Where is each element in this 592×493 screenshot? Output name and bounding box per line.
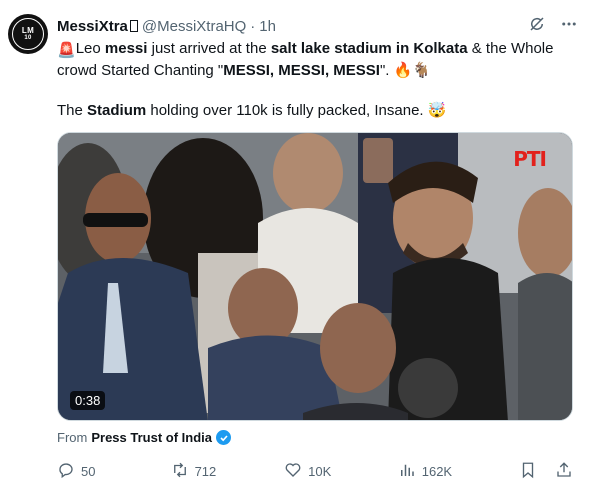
name-emoji-glyph [129, 20, 138, 32]
share-icon [555, 461, 573, 482]
tweet-line-2: The Stadium holding over 110k is fully p… [57, 101, 577, 121]
repost-icon [171, 461, 189, 482]
views-count: 162K [421, 463, 453, 479]
text-part: ". 🔥🐐 [379, 62, 431, 79]
text-part: holding over 110k is fully packed, Insan… [146, 102, 447, 119]
text-part: The [57, 102, 88, 119]
avatar[interactable]: LM 10 [8, 14, 48, 54]
video-duration: 0:38 [70, 391, 106, 410]
heart-icon [284, 461, 302, 482]
author-name[interactable]: MessiXtra [57, 18, 128, 35]
bookmark-button[interactable] [519, 461, 537, 482]
action-bar: 50 712 10K 162K [57, 459, 573, 483]
reply-button[interactable]: 50 [57, 461, 171, 482]
like-button[interactable]: 10K [284, 461, 398, 482]
repost-count: 712 [194, 463, 217, 479]
video-frame [58, 133, 572, 420]
watermark-logo: PTI [513, 147, 547, 171]
avatar-logo: LM 10 [12, 18, 44, 50]
tweet-text: 🚨Leo messi just arrived at the salt lake… [57, 39, 577, 121]
tweet-header: MessiXtra @MessiXtraHQ · 1h [57, 15, 578, 37]
text-bold-chant: MESSI, MESSI, MESSI [223, 62, 380, 79]
reply-icon [57, 461, 75, 482]
separator-dot: · [250, 17, 256, 35]
repost-button[interactable]: 712 [171, 461, 285, 482]
share-button[interactable] [555, 461, 573, 482]
more-icon[interactable] [560, 15, 578, 37]
grok-icon[interactable] [528, 15, 546, 37]
video-player[interactable]: PTI 0:38 [57, 132, 573, 421]
avatar-logo-text: LM [21, 26, 35, 35]
text-part: just arrived at the [147, 40, 271, 57]
like-count: 10K [308, 463, 332, 479]
verified-icon [216, 430, 231, 445]
bookmark-icon [519, 461, 537, 482]
text-bold-stadium-word: Stadium [87, 102, 147, 119]
media-source: From Press Trust of India [57, 430, 231, 445]
views-icon [398, 461, 416, 482]
text-bold-stadium: salt lake stadium in Kolkata [270, 40, 468, 57]
siren-emoji: 🚨 [57, 42, 76, 59]
source-prefix: From [57, 430, 88, 445]
text-bold-messi: messi [104, 40, 148, 57]
reply-count: 50 [81, 463, 96, 479]
author-handle[interactable]: @MessiXtraHQ [142, 18, 246, 35]
text-part: Leo [75, 40, 105, 57]
tweet-time[interactable]: 1h [259, 18, 276, 35]
source-name[interactable]: Press Trust of India [91, 430, 212, 445]
views-button[interactable]: 162K [398, 461, 519, 482]
avatar-logo-number: 10 [24, 35, 32, 41]
tweet-line-1: 🚨Leo messi just arrived at the salt lake… [57, 39, 577, 81]
